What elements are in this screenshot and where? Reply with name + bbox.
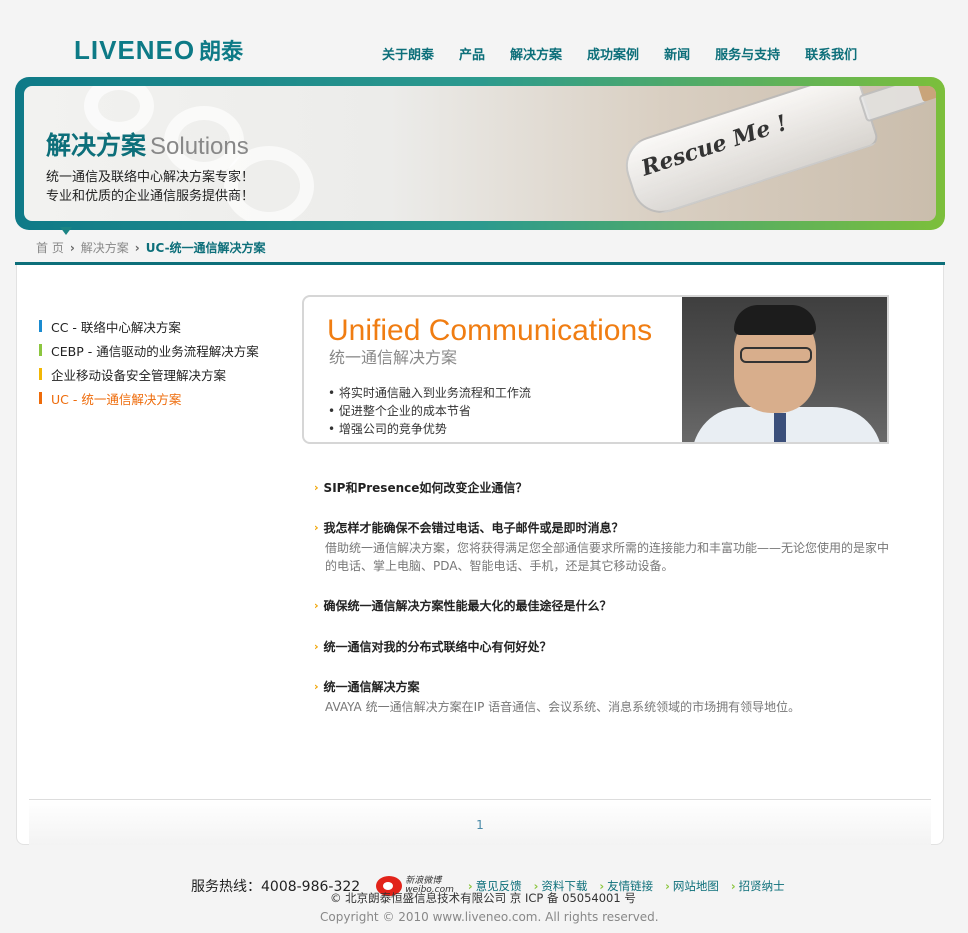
banner-pointer: [60, 227, 72, 235]
businessman-photo: [682, 297, 887, 442]
chevron-right-icon: ›: [314, 481, 319, 494]
banner-title-cn: 解决方案: [46, 131, 147, 160]
breadcrumb-home[interactable]: 首 页: [36, 239, 64, 256]
chevron-right-icon: ›: [69, 240, 75, 255]
nav-item-about[interactable]: 关于朗泰: [382, 44, 434, 63]
qa-question: 统一通信解决方案: [323, 680, 420, 694]
chevron-right-icon: ›: [134, 240, 140, 255]
photo-hair: [734, 305, 816, 335]
chevron-right-icon: ›: [314, 680, 319, 693]
bottle-label: Rescue Me !: [638, 110, 791, 182]
breadcrumb-section[interactable]: 解决方案: [81, 239, 129, 256]
chevron-right-icon: ›: [314, 521, 319, 534]
photo-shirt: [692, 407, 882, 442]
intro-bullet: • 将实时通信融入到业务流程和工作流: [328, 386, 531, 400]
logo-cn: 朗泰: [199, 40, 244, 65]
side-item-label: CC - 联络中心解决方案: [51, 319, 181, 335]
nav-item-news[interactable]: 新闻: [664, 44, 690, 63]
qa-question-link[interactable]: › 统一通信对我的分布式联络中心有何好处？: [314, 638, 552, 655]
footer-link-sitemap[interactable]: 网站地图: [665, 878, 719, 894]
banner: 解决方案 Solutions 统一通信及联络中心解决方案专家！ 专业和优质的企业…: [15, 77, 945, 230]
side-item-label: CEBP - 通信驱动的业务流程解决方案: [51, 343, 259, 359]
copyright: Copyright © 2010 www.liveneo.com. All ri…: [320, 910, 659, 924]
side-item-mobile-security[interactable]: 企业移动设备安全管理解决方案: [39, 362, 259, 386]
qa-question: 确保统一通信解决方案性能最大化的最佳途径是什么？: [323, 599, 612, 613]
breadcrumb-current: UC-统一通信解决方案: [145, 241, 266, 255]
side-menu: CC - 联络中心解决方案 CEBP - 通信驱动的业务流程解决方案 企业移动设…: [39, 314, 259, 410]
intro-title-cn: 统一通信解决方案: [329, 348, 458, 367]
side-item-cebp[interactable]: CEBP - 通信驱动的业务流程解决方案: [39, 338, 259, 362]
side-item-label: UC - 统一通信解决方案: [51, 391, 182, 407]
main-nav: 关于朗泰 产品 解决方案 成功案例 新闻 服务与支持 联系我们: [382, 44, 882, 63]
banner-tagline-1: 统一通信及联络中心解决方案专家！: [46, 170, 255, 185]
banner-title: 解决方案 Solutions: [46, 126, 249, 162]
side-marker: [39, 368, 42, 380]
bottle-image: Rescue Me !: [618, 86, 936, 221]
intro-bullets: • 将实时通信融入到业务流程和工作流 • 促进整个企业的成本节省 • 增强公司的…: [328, 384, 531, 438]
breadcrumb: 首 页 › 解决方案 › UC-统一通信解决方案: [36, 239, 266, 256]
side-marker: [39, 344, 42, 356]
company-info: © 北京朗泰恒盛信息技术有限公司 京 ICP 备 05054001 号: [330, 891, 636, 905]
uc-intro-box: Unified Communications 统一通信解决方案 • 将实时通信融…: [302, 295, 889, 444]
qa-question-link[interactable]: › SIP和Presence如何改变企业通信？: [314, 479, 527, 496]
qa-question-link[interactable]: › 确保统一通信解决方案性能最大化的最佳途径是什么？: [314, 597, 612, 614]
qa-answer: 借助统一通信解决方案，您将获得满足您全部通信要求所需的连接能力和丰富功能——无论…: [325, 541, 890, 573]
qa-item: › 统一通信解决方案 AVAYA 统一通信解决方案在IP 语音通信、会议系统、消…: [314, 678, 895, 716]
photo-tie: [774, 413, 786, 442]
banner-image: 解决方案 Solutions 统一通信及联络中心解决方案专家！ 专业和优质的企业…: [24, 86, 936, 221]
page-number-link[interactable]: 1: [476, 818, 484, 832]
qa-item: › 我怎样才能确保不会错过电话、电子邮件或是即时消息？ 借助统一通信解决方案，您…: [314, 519, 895, 575]
photo-glasses: [740, 347, 812, 363]
nav-item-products[interactable]: 产品: [459, 44, 485, 63]
qa-question-link[interactable]: › 我怎样才能确保不会错过电话、电子邮件或是即时消息？: [314, 519, 895, 536]
side-marker: [39, 320, 42, 332]
nav-item-cases[interactable]: 成功案例: [587, 44, 639, 63]
nav-item-support[interactable]: 服务与支持: [715, 44, 780, 63]
hotline-label: 服务热线：: [191, 879, 261, 895]
side-marker: [39, 392, 42, 404]
qa-item: › SIP和Presence如何改变企业通信？: [314, 479, 527, 496]
bottle-neck: [858, 86, 928, 123]
banner-tagline-2: 专业和优质的企业通信服务提供商！: [46, 189, 255, 204]
qa-answer: AVAYA 统一通信解决方案在IP 语音通信、会议系统、消息系统领域的市场拥有领…: [325, 700, 801, 714]
nav-item-solutions[interactable]: 解决方案: [510, 44, 562, 63]
qa-item: › 统一通信对我的分布式联络中心有何好处？: [314, 638, 552, 655]
qa-question: SIP和Presence如何改变企业通信？: [323, 481, 528, 495]
chevron-right-icon: ›: [314, 599, 319, 612]
side-item-cc[interactable]: CC - 联络中心解决方案: [39, 314, 259, 338]
footer-link-jobs[interactable]: 招贤纳士: [731, 878, 785, 894]
side-item-uc[interactable]: UC - 统一通信解决方案: [39, 386, 259, 410]
intro-bullet: • 增强公司的竞争优势: [328, 422, 447, 436]
chevron-right-icon: ›: [314, 640, 319, 653]
qa-question: 统一通信对我的分布式联络中心有何好处？: [323, 640, 552, 654]
intro-title-en: Unified Communications: [327, 314, 653, 347]
side-item-label: 企业移动设备安全管理解决方案: [51, 367, 227, 383]
liveneo-logo[interactable]: LIVENEO 朗泰: [74, 34, 243, 66]
pagination: 1: [29, 800, 931, 845]
nav-item-contact[interactable]: 联系我们: [805, 44, 857, 63]
intro-bullet: • 促进整个企业的成本节省: [328, 404, 471, 418]
banner-title-en: Solutions: [150, 133, 249, 160]
logo-text: LIVENEO: [74, 34, 196, 65]
qa-item: › 确保统一通信解决方案性能最大化的最佳途径是什么？: [314, 597, 612, 614]
header: LIVENEO 朗泰 关于朗泰 产品 解决方案 成功案例 新闻 服务与支持 联系…: [0, 0, 968, 78]
qa-question: 我怎样才能确保不会错过电话、电子邮件或是即时消息？: [323, 521, 624, 535]
qa-question-link[interactable]: › 统一通信解决方案: [314, 678, 895, 695]
